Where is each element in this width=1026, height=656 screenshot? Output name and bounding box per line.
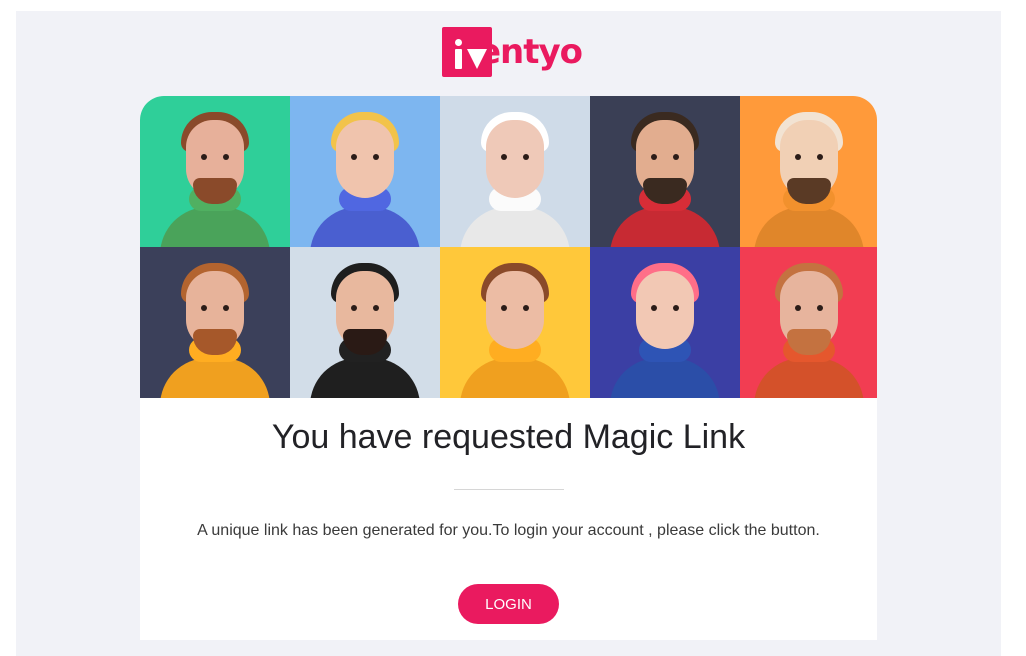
login-button[interactable]: LOGIN xyxy=(458,584,559,624)
divider xyxy=(454,489,564,490)
card-content: You have requested Magic Link A unique l… xyxy=(140,398,877,640)
avatar-tile xyxy=(740,96,877,247)
email-card: You have requested Magic Link A unique l… xyxy=(140,96,877,640)
avatar-tile xyxy=(590,247,740,398)
logo-mark xyxy=(442,27,492,77)
brand-logo: entyo xyxy=(442,27,583,77)
avatar-tile xyxy=(440,96,590,247)
avatar-tile xyxy=(290,96,440,247)
avatar-tile xyxy=(590,96,740,247)
instruction-text: A unique link has been generated for you… xyxy=(197,522,820,539)
avatar-tile xyxy=(740,247,877,398)
avatar-tile xyxy=(440,247,590,398)
logo-wordmark: entyo xyxy=(478,32,583,72)
avatar-collage-image xyxy=(140,96,877,398)
avatar-tile xyxy=(290,247,440,398)
avatar-tile xyxy=(140,96,290,247)
avatar-tile xyxy=(140,247,290,398)
page-title: You have requested Magic Link xyxy=(271,418,746,456)
